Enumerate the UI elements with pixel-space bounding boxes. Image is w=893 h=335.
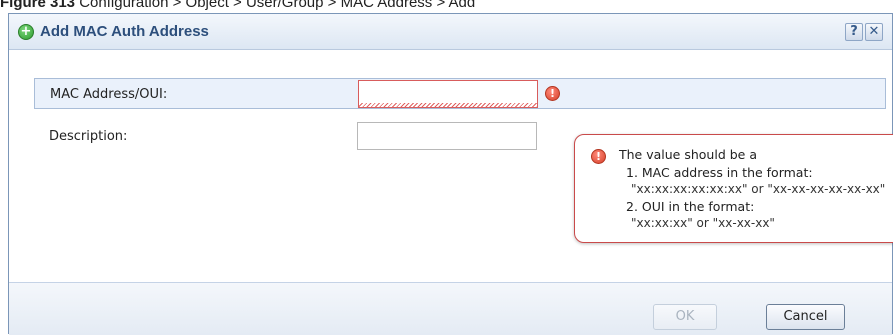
tooltip-line-3: "xx:xx:xx:xx:xx:xx" or "xx-xx-xx-xx-xx-x… [631, 182, 886, 196]
mac-address-row: MAC Address/OUI: ! [34, 78, 886, 109]
close-button[interactable]: ✕ [865, 23, 883, 41]
cancel-button[interactable]: Cancel [766, 304, 845, 330]
tooltip-line-2: 1. MAC address in the format: [626, 165, 813, 180]
description-label: Description: [49, 129, 128, 144]
figure-caption: Figure 313 Configuration > Object > User… [0, 0, 893, 10]
description-input[interactable] [357, 122, 537, 150]
tooltip-line-4: 2. OUI in the format: [626, 199, 755, 214]
mac-address-label: MAC Address/OUI: [50, 87, 168, 102]
figure-number: Figure 313 [0, 0, 76, 10]
error-icon: ! [591, 149, 606, 164]
tooltip-line-1: The value should be a [619, 147, 757, 162]
ok-button[interactable]: OK [653, 304, 717, 330]
figure-path: Configuration > Object > User/Group > MA… [79, 0, 476, 10]
validation-tooltip: ! The value should be a 1. MAC address i… [574, 134, 893, 243]
tooltip-line-5: "xx:xx:xx" or "xx-xx-xx" [631, 216, 775, 230]
dialog-title: Add MAC Auth Address [40, 23, 209, 40]
dialog-titlebar: + Add MAC Auth Address ? ✕ [9, 14, 892, 50]
help-button[interactable]: ? [845, 23, 863, 41]
mac-address-input[interactable] [358, 80, 538, 108]
dialog-content: MAC Address/OUI: ! Description: ! The va… [9, 50, 893, 282]
dialog-footer: OK Cancel [9, 282, 892, 335]
add-mac-auth-dialog: + Add MAC Auth Address ? ✕ MAC Address/O… [8, 13, 893, 335]
add-circle-icon: + [18, 24, 34, 40]
error-icon: ! [545, 86, 560, 101]
